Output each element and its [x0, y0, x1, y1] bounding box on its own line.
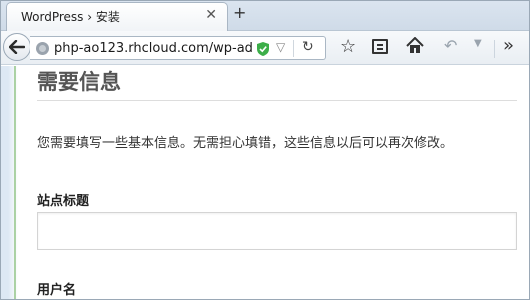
bookmarks-menu-icon[interactable] [372, 39, 388, 54]
url-dropdown-icon[interactable]: ▽ [276, 40, 285, 54]
page-title: 需要信息 [37, 70, 121, 94]
forward-history-icon[interactable]: ↶ [444, 36, 457, 55]
bookmark-star-icon[interactable]: ☆ [340, 36, 356, 57]
url-text[interactable]: php-ao123.rhcloud.com/wp-admi [54, 41, 252, 56]
history-dropdown-icon[interactable]: ▼ [474, 38, 482, 49]
close-icon[interactable]: ✕ [205, 7, 217, 23]
tab-title: WordPress › 安装 [21, 10, 120, 24]
toolbar-divider [494, 40, 495, 58]
shield-icon[interactable] [256, 41, 270, 57]
back-arrow-icon [9, 40, 25, 54]
tab-wordpress-install[interactable]: WordPress › 安装 ✕ [6, 2, 228, 31]
page-content: 需要信息 您需要填写一些基本信息。无需担心填错，这些信息以后可以再次修改。 站点… [0, 66, 530, 300]
url-separator [293, 40, 294, 57]
url-bar[interactable]: php-ao123.rhcloud.com/wp-admi ▽ ↻ [30, 36, 326, 60]
home-icon[interactable] [406, 37, 424, 54]
globe-icon [36, 42, 49, 55]
username-label: 用户名 [37, 283, 77, 298]
reload-icon[interactable]: ↻ [302, 39, 314, 55]
site-title-label: 站点标题 [37, 194, 90, 209]
back-button[interactable] [3, 33, 31, 61]
new-tab-button[interactable]: + [233, 3, 246, 22]
intro-text: 您需要填写一些基本信息。无需担心填错，这些信息以后可以再次修改。 [37, 136, 454, 151]
tab-strip: WordPress › 安装 ✕ + [0, 0, 530, 31]
gutter-accent-line [14, 66, 16, 300]
site-title-input[interactable] [37, 212, 517, 250]
heading-divider [37, 100, 517, 101]
browser-window: WordPress › 安装 ✕ + php-ao123.rhcloud.com… [0, 0, 530, 300]
overflow-menu-button[interactable]: » [503, 35, 514, 56]
